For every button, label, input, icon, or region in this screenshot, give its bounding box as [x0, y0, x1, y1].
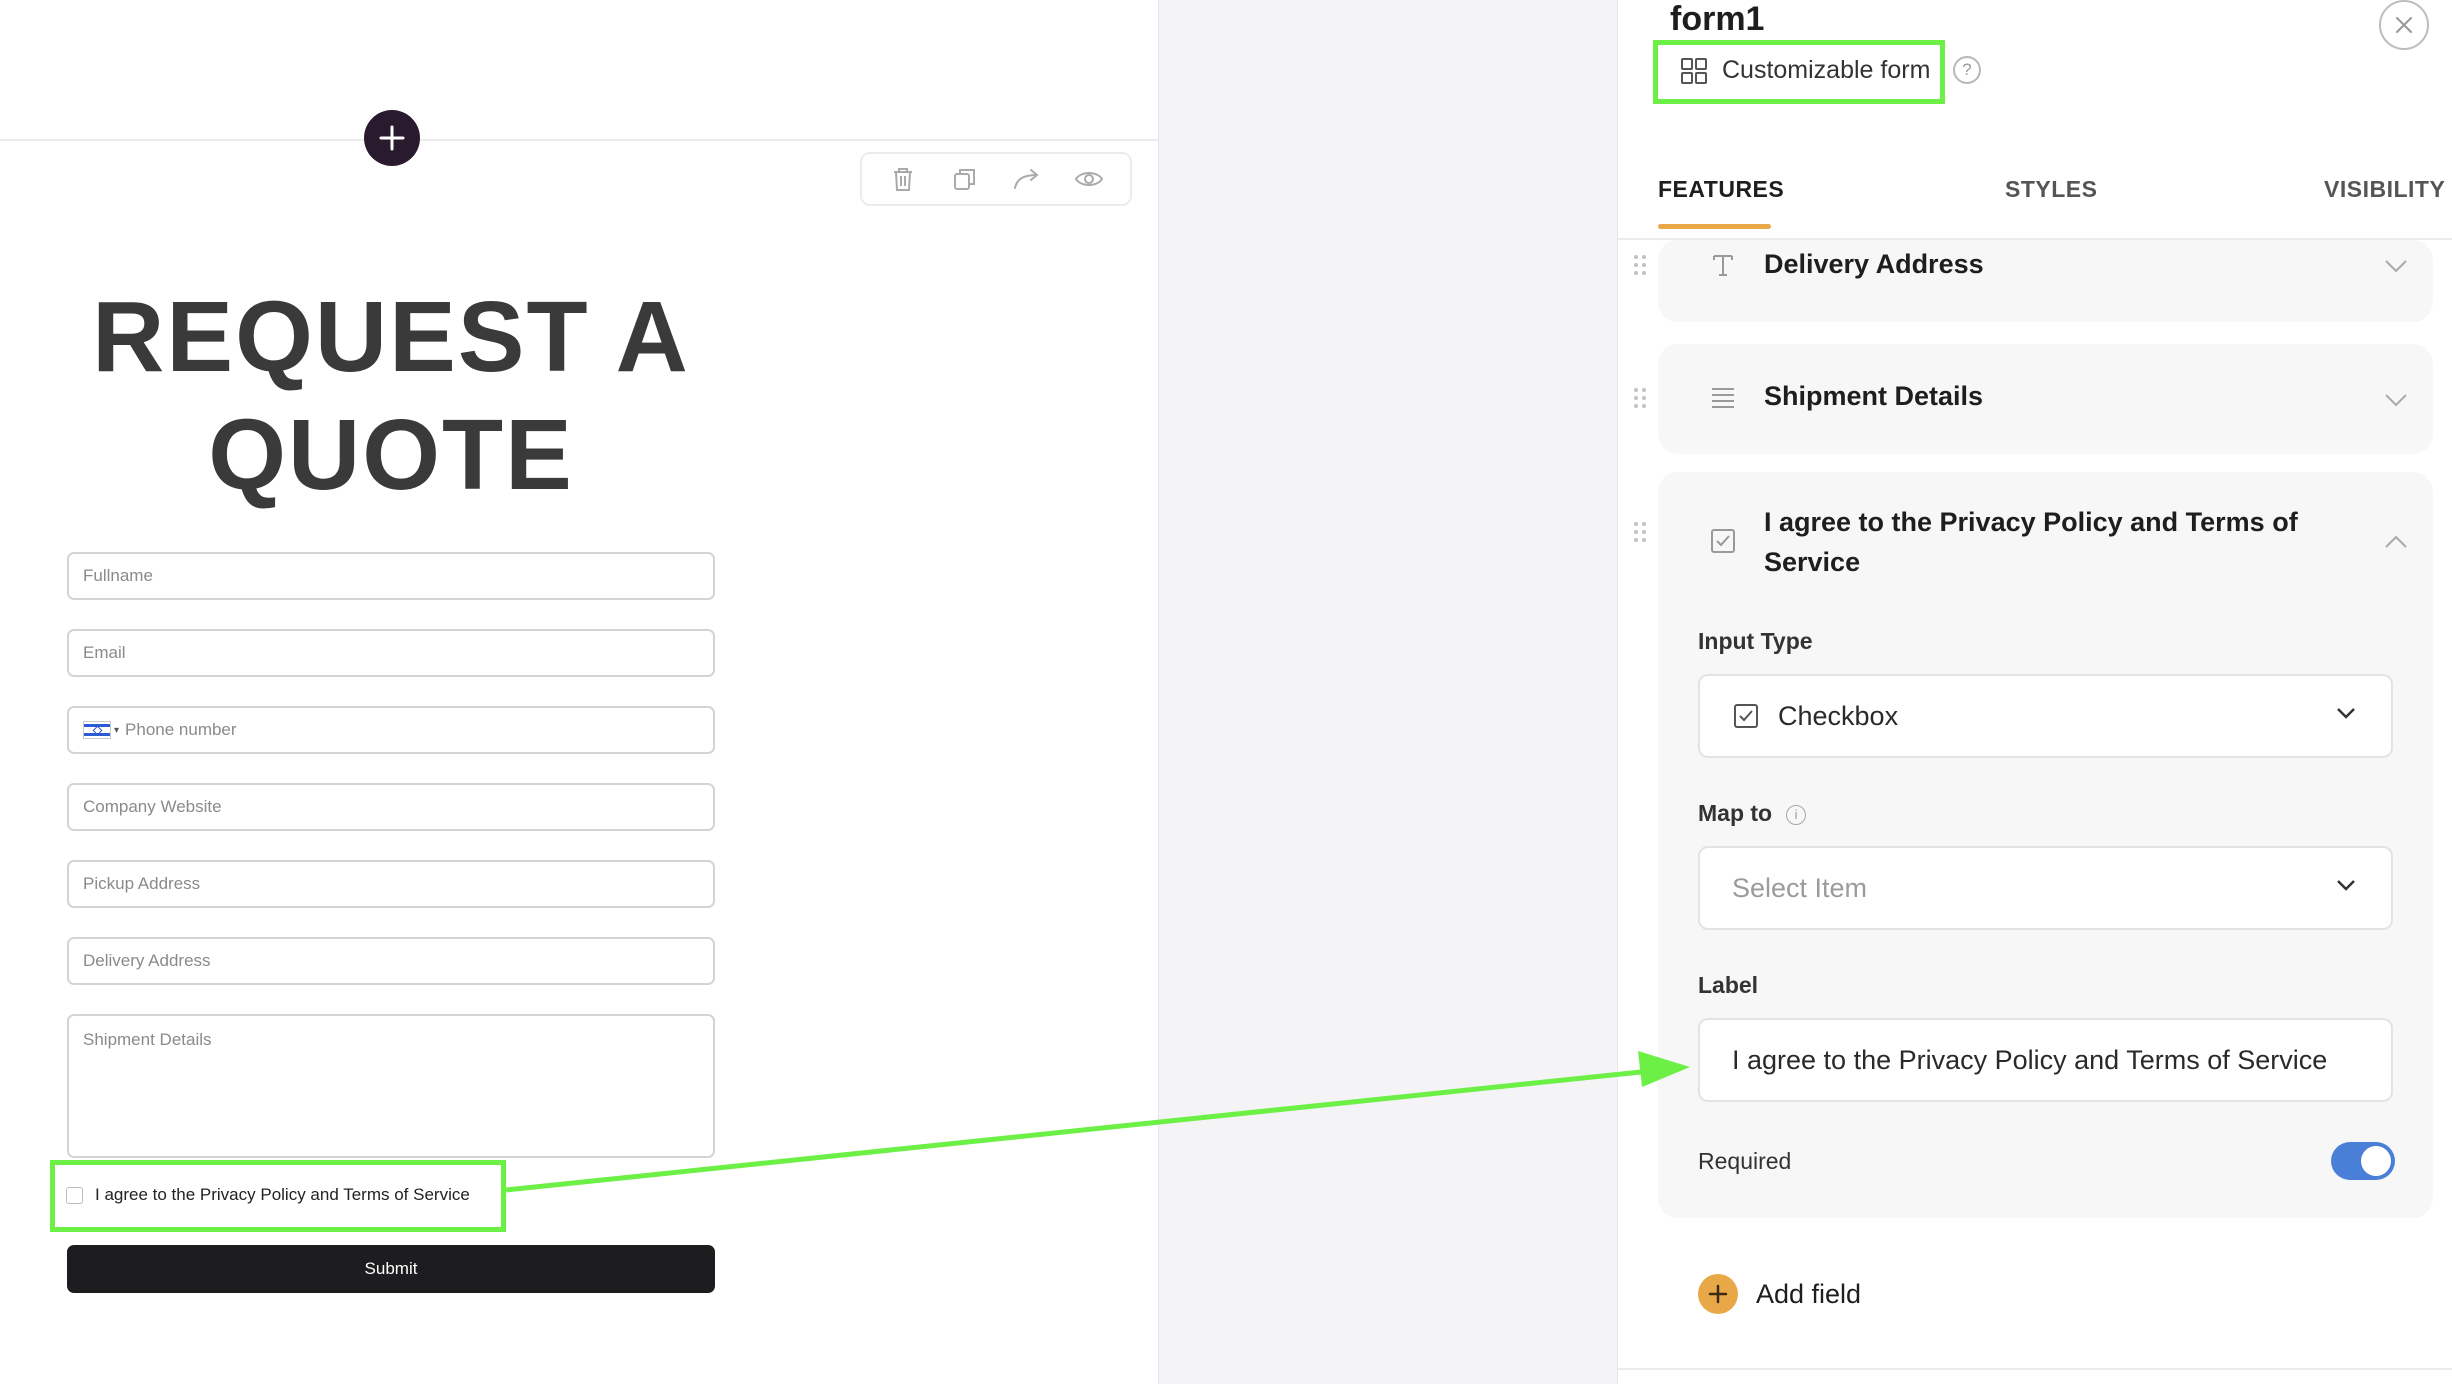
- input-type-label: Input Type: [1698, 628, 1813, 654]
- screenshot-stage: REQUEST A QUOTE Fullname Email ▾ Phone n…: [0, 0, 2452, 1384]
- trash-icon[interactable]: [883, 159, 923, 199]
- plus-icon: [1698, 1274, 1738, 1314]
- add-field-label: Add field: [1756, 1278, 1862, 1309]
- title-line-2: QUOTE: [208, 399, 574, 511]
- checkbox-icon: [1734, 704, 1758, 728]
- flag-icon: [83, 721, 111, 739]
- help-glyph: ?: [1962, 60, 1972, 79]
- delivery-placeholder: Delivery Address: [83, 951, 211, 970]
- canvas-gutter: [1158, 0, 1617, 1384]
- active-tab-indicator: [1658, 224, 1771, 229]
- drag-handle[interactable]: [1634, 255, 1650, 277]
- tab-features[interactable]: FEATURES: [1658, 176, 1784, 203]
- consent-checkbox-row[interactable]: I agree to the Privacy Policy and Terms …: [66, 1185, 470, 1205]
- email-field[interactable]: Email: [67, 629, 715, 677]
- phone-placeholder: Phone number: [125, 720, 237, 739]
- map-to-text: Map to: [1698, 800, 1773, 826]
- info-icon[interactable]: i: [1786, 804, 1807, 825]
- text-icon: [1713, 255, 1733, 276]
- caret-down-icon: ▾: [114, 724, 120, 736]
- form-type-label: Customizable form: [1722, 56, 1931, 84]
- duplicate-icon[interactable]: [945, 159, 985, 199]
- toggle-knob: [2361, 1146, 2391, 1176]
- panel-title: form1: [1670, 0, 1765, 38]
- chevron-up-icon[interactable]: [2383, 534, 2409, 550]
- phone-field[interactable]: ▾ Phone number: [67, 706, 715, 754]
- field-item-label: Delivery Address: [1764, 249, 1984, 279]
- fullname-placeholder: Fullname: [83, 566, 153, 585]
- add-section-button[interactable]: [364, 110, 420, 166]
- email-placeholder: Email: [83, 643, 126, 662]
- settings-panel: form1 Customizable form ? FEATURES STYLE…: [1617, 0, 2452, 1384]
- label-input-value: I agree to the Privacy Policy and Terms …: [1732, 1044, 2328, 1075]
- map-to-select[interactable]: Select Item: [1698, 846, 2393, 930]
- delivery-address-field[interactable]: Delivery Address: [67, 937, 715, 985]
- eye-icon[interactable]: [1069, 159, 1109, 199]
- consent-label: I agree to the Privacy Policy and Terms …: [95, 1185, 470, 1204]
- label-field-label: Label: [1698, 972, 1759, 998]
- field-item-consent[interactable]: I agree to the Privacy Policy and Terms …: [1658, 472, 2433, 1218]
- field-item-label-line1: I agree to the Privacy Policy and Terms …: [1764, 507, 2298, 537]
- tab-visibility[interactable]: VISIBILITY: [2324, 176, 2445, 203]
- map-to-label: Map to i: [1698, 800, 1807, 827]
- pickup-placeholder: Pickup Address: [83, 874, 201, 893]
- submit-button[interactable]: Submit: [67, 1245, 715, 1293]
- close-button[interactable]: [2379, 0, 2429, 50]
- input-type-value: Checkbox: [1778, 700, 1899, 731]
- required-toggle[interactable]: [2331, 1142, 2395, 1180]
- section-divider: [0, 139, 1158, 141]
- label-input[interactable]: I agree to the Privacy Policy and Terms …: [1698, 1018, 2393, 1102]
- required-label: Required: [1698, 1148, 1792, 1174]
- field-item-label-line2: Service: [1764, 547, 1861, 577]
- panel-footer-divider: [1618, 1368, 2452, 1370]
- drag-handle[interactable]: [1634, 522, 1650, 544]
- chevron-down-icon: [2337, 880, 2355, 891]
- form-type-badge: Customizable form: [1670, 50, 1940, 91]
- panel-tabs: FEATURES STYLES VISIBILITY: [1618, 170, 2452, 240]
- company-placeholder: Company Website: [83, 797, 222, 816]
- plus-icon: [379, 125, 405, 151]
- chevron-down-icon: [2337, 708, 2355, 719]
- chevron-down-icon[interactable]: [2383, 258, 2409, 274]
- fullname-field[interactable]: Fullname: [67, 552, 715, 600]
- close-icon: [2396, 17, 2412, 33]
- input-type-select[interactable]: Checkbox: [1698, 674, 2393, 758]
- country-selector[interactable]: ▾: [83, 721, 119, 739]
- help-icon[interactable]: ?: [1953, 56, 1981, 84]
- field-item-label: I agree to the Privacy Policy and Terms …: [1764, 502, 2298, 582]
- submit-label: Submit: [364, 1259, 418, 1278]
- element-toolbar: [860, 152, 1132, 206]
- consent-checkbox[interactable]: [66, 1186, 83, 1204]
- drag-handle[interactable]: [1634, 388, 1650, 410]
- paragraph-icon: [1712, 388, 1734, 408]
- company-website-field[interactable]: Company Website: [67, 783, 715, 831]
- map-to-placeholder: Select Item: [1732, 872, 1868, 903]
- field-item-delivery-address[interactable]: Delivery Address: [1658, 240, 2433, 322]
- shipment-details-field[interactable]: Shipment Details: [67, 1014, 715, 1158]
- checkbox-icon: [1711, 529, 1735, 553]
- share-icon[interactable]: [1007, 159, 1047, 199]
- grid-icon: [1681, 57, 1707, 84]
- shipment-placeholder: Shipment Details: [83, 1030, 212, 1049]
- chevron-down-icon[interactable]: [2383, 392, 2409, 408]
- add-field-button[interactable]: Add field: [1698, 1274, 1861, 1314]
- title-line-1: REQUEST A: [92, 281, 690, 393]
- pickup-address-field[interactable]: Pickup Address: [67, 860, 715, 908]
- field-item-shipment-details[interactable]: Shipment Details: [1658, 344, 2433, 454]
- form-canvas: REQUEST A QUOTE Fullname Email ▾ Phone n…: [0, 0, 1158, 1384]
- page-title: REQUEST A QUOTE: [0, 278, 782, 514]
- field-item-label: Shipment Details: [1764, 381, 1984, 411]
- tab-styles[interactable]: STYLES: [2005, 176, 2097, 203]
